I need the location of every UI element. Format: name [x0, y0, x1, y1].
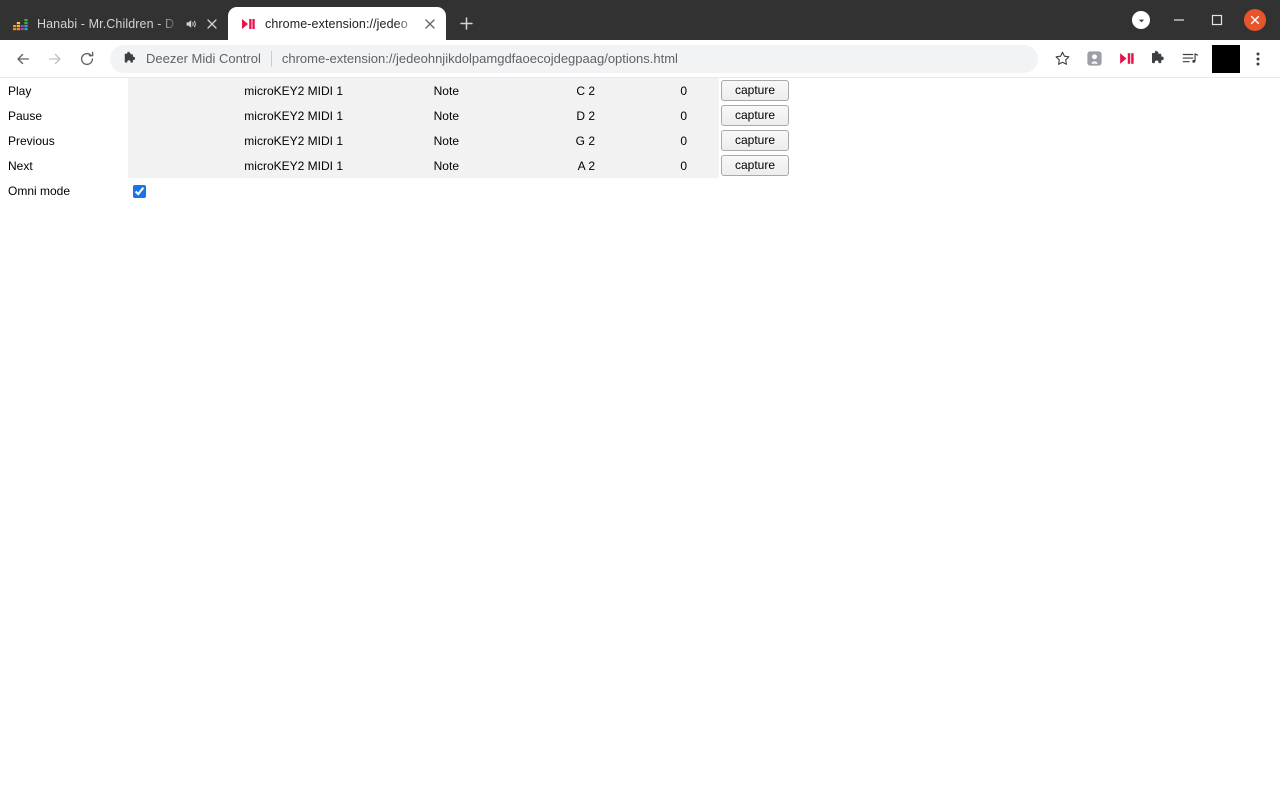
- reload-icon: [80, 51, 94, 65]
- maximize-button[interactable]: [1198, 0, 1236, 40]
- row-type: Note: [349, 103, 515, 128]
- row-device: microKEY2 MIDI 1: [128, 78, 349, 103]
- window-dropdown-button[interactable]: [1122, 0, 1160, 40]
- arrow-forward-icon: [48, 53, 61, 64]
- tab-close-icon[interactable]: [422, 16, 438, 32]
- row-value: 0: [597, 78, 719, 103]
- row-label: Play: [8, 83, 32, 98]
- deezer-equalizer-icon: [12, 16, 28, 32]
- row-device: microKEY2 MIDI 1: [128, 153, 349, 178]
- reload-button[interactable]: [72, 44, 102, 74]
- row-type: Note: [349, 128, 515, 153]
- close-icon: [1244, 9, 1266, 31]
- music-queue-icon[interactable]: [1176, 45, 1204, 73]
- row-note: C 2: [515, 78, 597, 103]
- row-note: D 2: [515, 103, 597, 128]
- capture-button[interactable]: capture: [721, 80, 789, 101]
- extensions-puzzle-icon[interactable]: [1144, 45, 1172, 73]
- omni-mode-row: Omni mode: [0, 178, 801, 203]
- speaker-playing-icon[interactable]: [183, 16, 199, 32]
- maximize-icon: [1211, 14, 1223, 26]
- row-capture-cell: capture: [719, 103, 801, 128]
- extension-options-page: Play microKEY2 MIDI 1 Note C 2 0 capture…: [0, 78, 1280, 799]
- reading-list-icon[interactable]: [1080, 45, 1108, 73]
- back-button[interactable]: [8, 44, 38, 74]
- row-device: microKEY2 MIDI 1: [128, 103, 349, 128]
- tab-extension-options[interactable]: chrome-extension://jedeo: [228, 7, 446, 40]
- tabs-area: Hanabi - Mr.Children - D chrome-extensio…: [0, 0, 480, 40]
- row-value: 0: [597, 103, 719, 128]
- row-capture-cell: capture: [719, 78, 801, 103]
- omni-mode-cell: [128, 178, 801, 203]
- table-row: Play microKEY2 MIDI 1 Note C 2 0 capture: [0, 78, 801, 103]
- minimize-icon: [1174, 19, 1184, 21]
- url-text: chrome-extension://jedeohnjikdolpamgdfao…: [281, 51, 678, 66]
- profile-avatar[interactable]: [1212, 44, 1240, 73]
- toolbar-actions: [1044, 44, 1272, 73]
- table-row: Previous microKEY2 MIDI 1 Note G 2 0 cap…: [0, 128, 801, 153]
- row-value: 0: [597, 153, 719, 178]
- capture-button[interactable]: capture: [721, 155, 789, 176]
- row-label: Previous: [8, 133, 55, 148]
- row-device: microKEY2 MIDI 1: [128, 128, 349, 153]
- row-label: Next: [8, 158, 33, 173]
- capture-button[interactable]: capture: [721, 105, 789, 126]
- browser-window: Hanabi - Mr.Children - D chrome-extensio…: [0, 0, 1280, 800]
- capture-button[interactable]: capture: [721, 130, 789, 151]
- table-row: Next microKEY2 MIDI 1 Note A 2 0 capture: [0, 153, 801, 178]
- close-button[interactable]: [1236, 0, 1274, 40]
- row-label: Pause: [8, 108, 43, 123]
- minimize-button[interactable]: [1160, 0, 1198, 40]
- midi-bindings-body: Play microKEY2 MIDI 1 Note C 2 0 capture…: [0, 78, 801, 203]
- midi-play-pause-extension-icon[interactable]: [1112, 45, 1140, 73]
- row-type: Note: [349, 78, 515, 103]
- omni-mode-checkbox[interactable]: [133, 184, 146, 198]
- plus-icon: [459, 16, 473, 30]
- omni-mode-label: Omni mode: [8, 183, 71, 198]
- forward-button[interactable]: [40, 44, 70, 74]
- tab-strip: Hanabi - Mr.Children - D chrome-extensio…: [0, 0, 1280, 40]
- new-tab-button[interactable]: [452, 9, 480, 37]
- puzzle-piece-icon: [122, 51, 138, 67]
- window-controls: [1122, 0, 1274, 40]
- tab-hanabi[interactable]: Hanabi - Mr.Children - D: [0, 7, 228, 40]
- extension-name-label: Deezer Midi Control: [146, 51, 261, 66]
- bookmark-star-icon[interactable]: [1048, 45, 1076, 73]
- row-value: 0: [597, 128, 719, 153]
- row-note: G 2: [515, 128, 597, 153]
- row-capture-cell: capture: [719, 153, 801, 178]
- row-note: A 2: [515, 153, 597, 178]
- tab-close-icon[interactable]: [204, 16, 220, 32]
- omnibox-divider: [270, 50, 272, 67]
- three-dot-menu-icon[interactable]: [1244, 45, 1272, 73]
- chevron-down-icon: [1132, 11, 1150, 29]
- arrow-back-icon: [17, 53, 30, 64]
- tab-title: chrome-extension://jedeo: [265, 16, 408, 31]
- midi-play-pause-icon: [240, 16, 256, 32]
- browser-toolbar: Deezer Midi Control chrome-extension://j…: [0, 40, 1280, 78]
- row-capture-cell: capture: [719, 128, 801, 153]
- tab-title: Hanabi - Mr.Children - D: [37, 16, 175, 31]
- row-type: Note: [349, 153, 515, 178]
- midi-bindings-table: Play microKEY2 MIDI 1 Note C 2 0 capture…: [0, 78, 801, 203]
- table-row: Pause microKEY2 MIDI 1 Note D 2 0 captur…: [0, 103, 801, 128]
- address-bar[interactable]: Deezer Midi Control chrome-extension://j…: [110, 44, 1038, 73]
